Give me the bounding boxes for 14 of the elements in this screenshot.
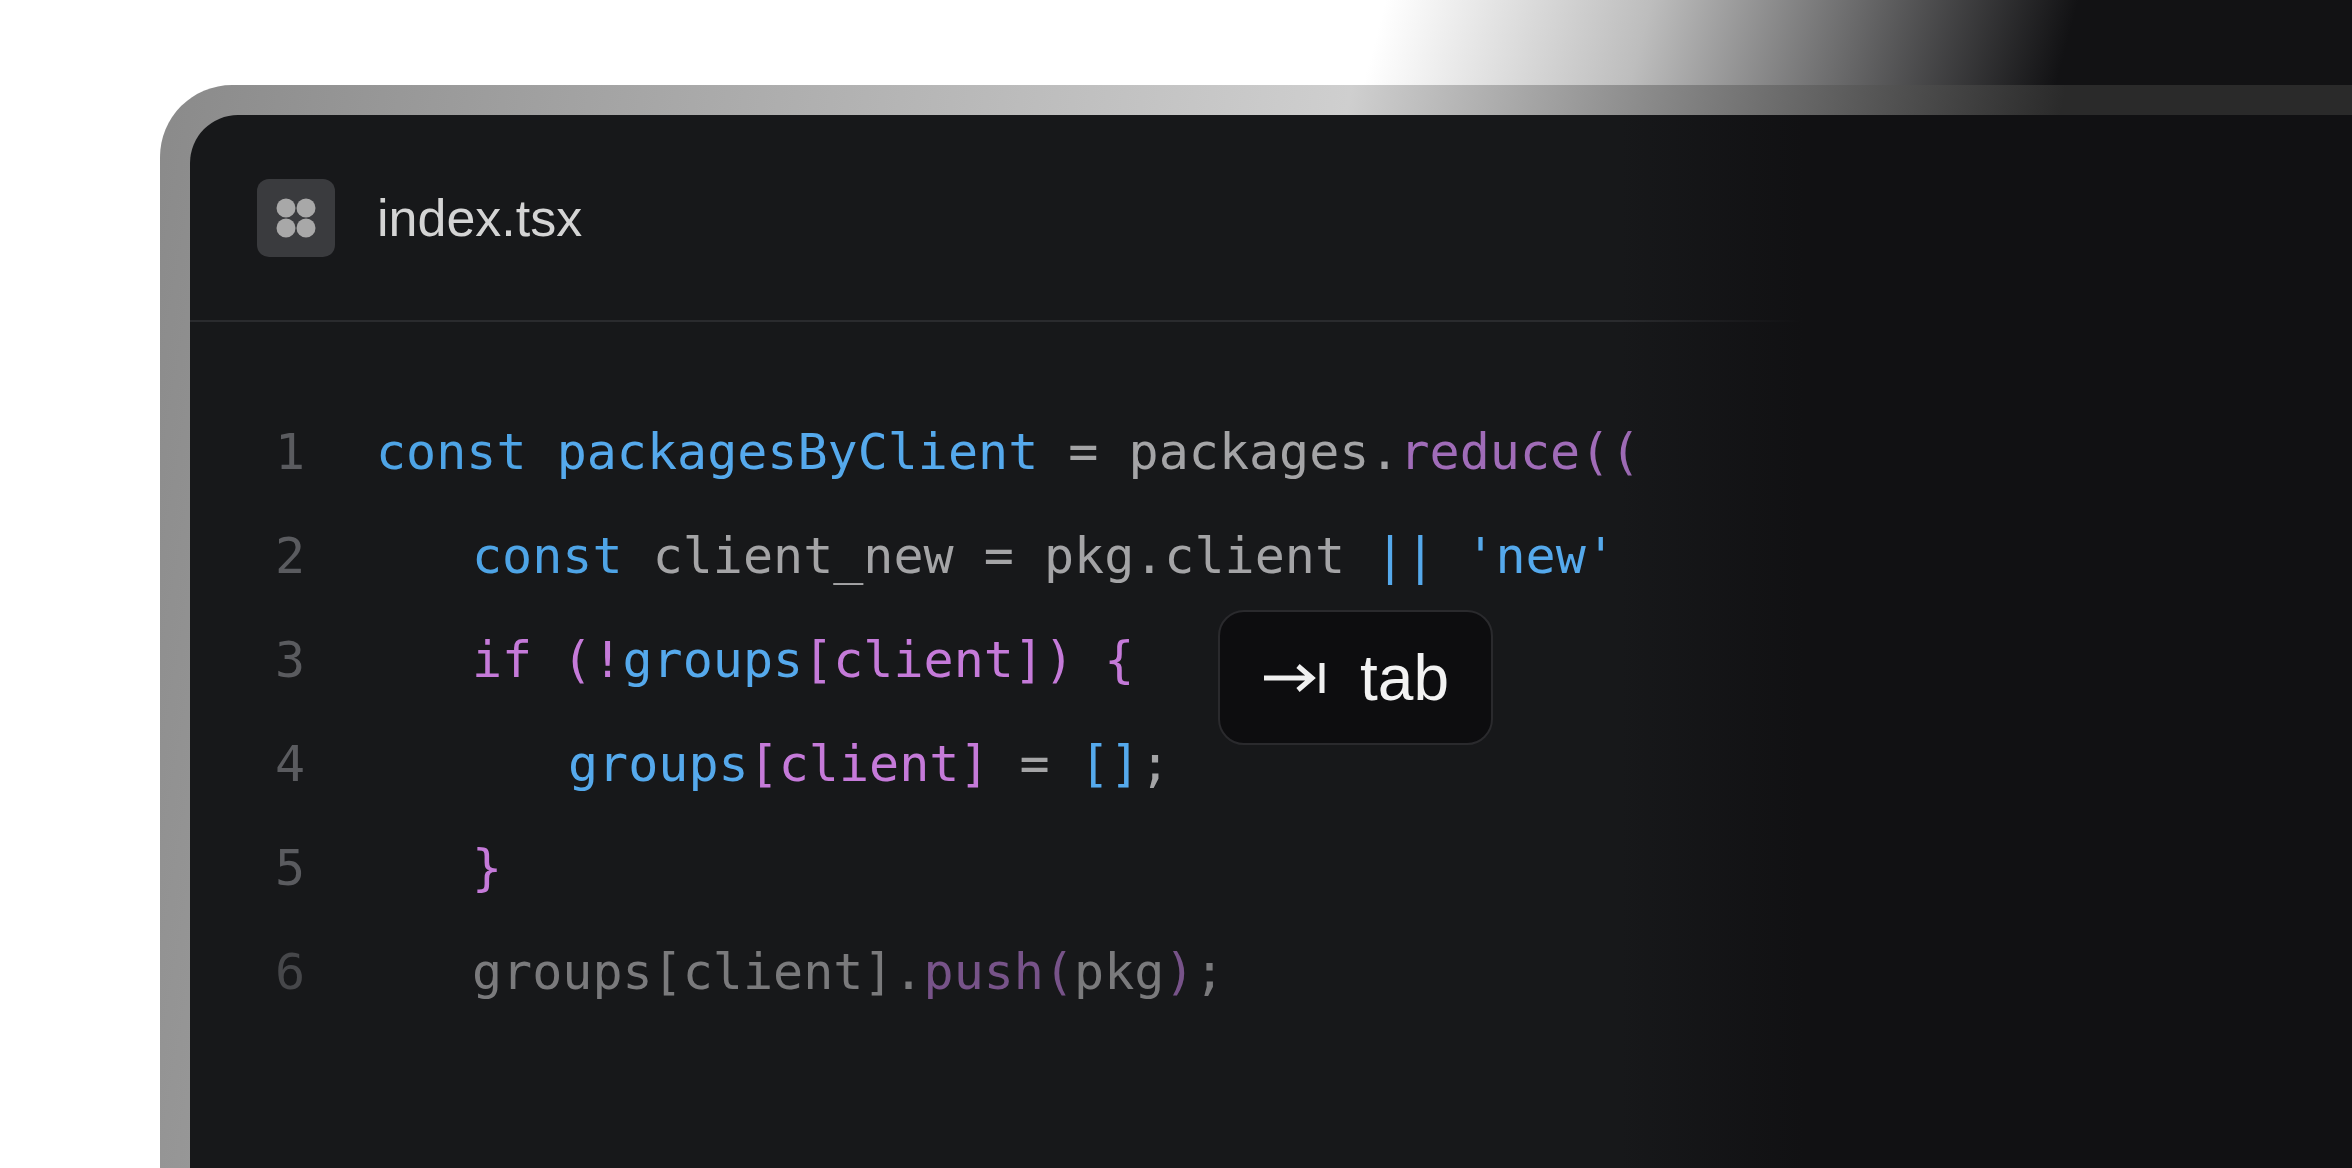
line-number: 3 (274, 629, 307, 691)
line-number: 5 (274, 837, 307, 899)
code-line: } (472, 837, 503, 899)
line-number: 2 (274, 525, 307, 587)
code-line: groups[client] = []; (568, 733, 1171, 795)
code-line: if (!groups[client]) { (472, 629, 1135, 691)
file-name: index.tsx (377, 187, 583, 249)
tab-key-label: tab (1360, 640, 1449, 716)
code-line: const client_new = pkg.client || 'new' (472, 525, 1616, 587)
line-number: 4 (274, 733, 307, 795)
code-line: const packagesByClient = packages.reduce(( (376, 421, 1641, 483)
file-icon (257, 178, 335, 257)
code-line: groups[client].push(pkg); (472, 941, 1225, 1003)
line-number: 1 (274, 421, 307, 483)
